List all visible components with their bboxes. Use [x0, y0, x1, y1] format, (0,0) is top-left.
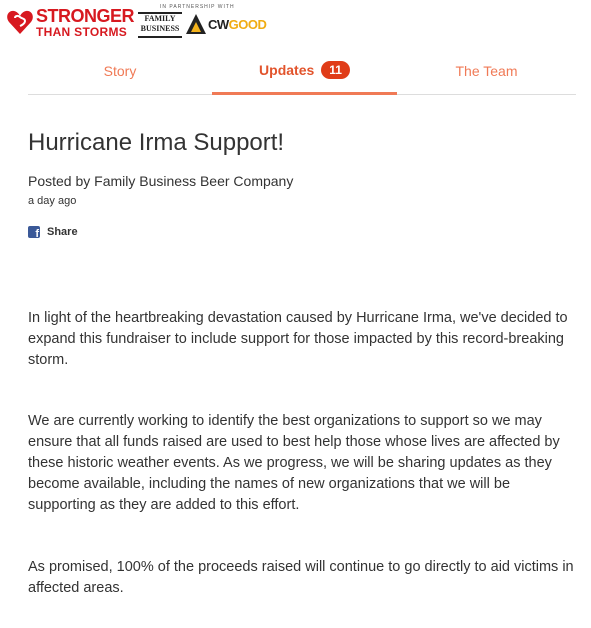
partner-logos: IN PARTNERSHIP WITH FAMILY BUSINESS CWGO…: [138, 4, 268, 40]
update-paragraph: In light of the heartbreaking devastatio…: [28, 310, 568, 368]
tab-the-team[interactable]: The Team: [397, 48, 576, 94]
stronger-than-storms-logo[interactable]: STRONGER THAN STORMS: [36, 6, 135, 39]
good-text: GOOD: [228, 17, 267, 32]
family-business-logo: FAMILY BUSINESS: [138, 12, 182, 38]
brand-line1: STRONGER: [36, 6, 135, 26]
partner-caption: IN PARTNERSHIP WITH: [160, 4, 235, 10]
heart-logo-icon: [7, 10, 33, 35]
posted-by: Posted by Family Business Beer Company: [28, 173, 294, 189]
family-business-line2: BUSINESS: [140, 24, 180, 33]
tab-updates-label: Updates: [259, 62, 315, 78]
tab-updates[interactable]: Updates 11: [212, 48, 397, 95]
cw-good-logo: CWGOOD: [186, 14, 267, 36]
tab-story[interactable]: Story: [28, 48, 212, 94]
update-paragraph: We are currently working to identify the…: [28, 413, 560, 513]
brand-line2: THAN STORMS: [36, 25, 128, 39]
update-title: Hurricane Irma Support!: [28, 129, 285, 156]
family-business-line1: FAMILY: [144, 14, 176, 23]
campaign-tabs: Story Updates 11 The Team: [28, 48, 576, 95]
facebook-icon: f: [28, 226, 40, 238]
cw-good-text: CWGOOD: [208, 17, 267, 32]
share-button[interactable]: f Share: [28, 226, 78, 238]
tab-team-label: The Team: [455, 63, 518, 79]
update-paragraph: As promised, 100% of the proceeds raised…: [28, 559, 574, 596]
brand-header: STRONGER THAN STORMS IN PARTNERSHIP WITH…: [0, 0, 591, 46]
post-timestamp: a day ago: [28, 195, 77, 207]
tab-story-label: Story: [103, 63, 137, 79]
cw-text: CW: [208, 17, 229, 32]
updates-count-badge: 11: [321, 61, 350, 79]
share-label: Share: [47, 226, 78, 238]
